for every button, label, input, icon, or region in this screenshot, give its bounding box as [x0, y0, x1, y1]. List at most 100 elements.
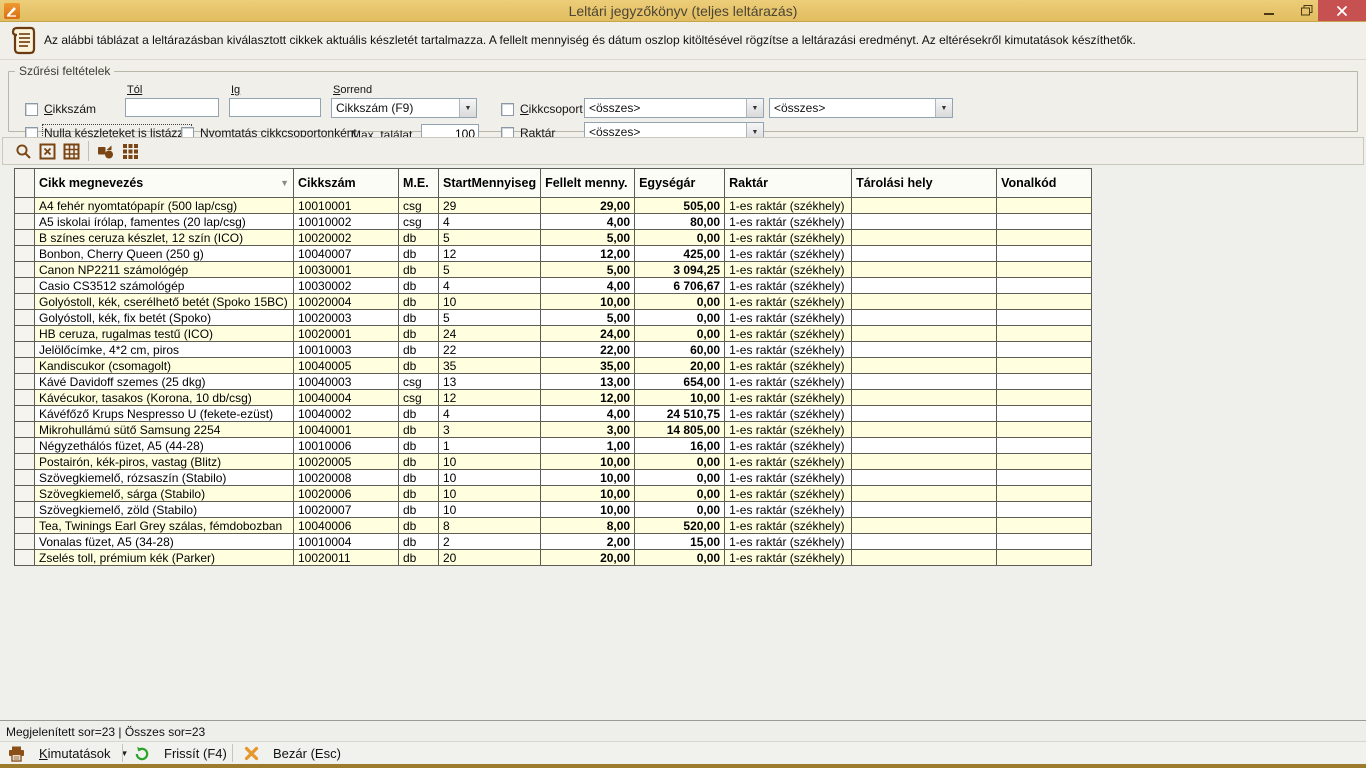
- cell-vonalkod[interactable]: [997, 502, 1092, 518]
- row-selector-header[interactable]: [15, 169, 35, 198]
- cell-tarolasi-hely[interactable]: [852, 294, 997, 310]
- tol-input[interactable]: [125, 98, 219, 117]
- column-header-raktar[interactable]: Raktár: [725, 169, 852, 198]
- dropdown-arrow-icon[interactable]: ▼: [935, 99, 952, 117]
- cell-raktar[interactable]: 1-es raktár (székhely): [725, 390, 852, 406]
- cell-cikkszam[interactable]: 10040005: [294, 358, 399, 374]
- row-selector[interactable]: [15, 262, 35, 278]
- dropdown-arrow-icon[interactable]: ▼: [746, 99, 763, 117]
- cell-startmennyiseg[interactable]: 1: [439, 438, 541, 454]
- cell-egysegar[interactable]: 505,00: [635, 198, 725, 214]
- cell-cikkszam[interactable]: 10020006: [294, 486, 399, 502]
- cell-raktar[interactable]: 1-es raktár (székhely): [725, 406, 852, 422]
- cell-raktar[interactable]: 1-es raktár (székhely): [725, 518, 852, 534]
- cell-me[interactable]: csg: [399, 374, 439, 390]
- cell-cikk-megnevezes[interactable]: Szövegkiemelő, sárga (Stabilo): [35, 486, 294, 502]
- cell-cikk-megnevezes[interactable]: Canon NP2211 számológép: [35, 262, 294, 278]
- row-selector[interactable]: [15, 326, 35, 342]
- cell-me[interactable]: db: [399, 342, 439, 358]
- cell-startmennyiseg[interactable]: 4: [439, 406, 541, 422]
- column-header-startmennyiseg[interactable]: StartMennyiseg: [439, 169, 541, 198]
- cell-raktar[interactable]: 1-es raktár (székhely): [725, 310, 852, 326]
- cell-tarolasi-hely[interactable]: [852, 326, 997, 342]
- cell-fellelt-menny[interactable]: 10,00: [541, 486, 635, 502]
- cell-egysegar[interactable]: 60,00: [635, 342, 725, 358]
- cell-cikkszam[interactable]: 10020005: [294, 454, 399, 470]
- cell-vonalkod[interactable]: [997, 214, 1092, 230]
- cell-vonalkod[interactable]: [997, 374, 1092, 390]
- cell-cikkszam[interactable]: 10020002: [294, 230, 399, 246]
- column-header-cikkszam[interactable]: Cikkszám: [294, 169, 399, 198]
- cell-startmennyiseg[interactable]: 10: [439, 486, 541, 502]
- column-header-me[interactable]: M.E.: [399, 169, 439, 198]
- cell-vonalkod[interactable]: [997, 518, 1092, 534]
- cell-egysegar[interactable]: 425,00: [635, 246, 725, 262]
- cell-fellelt-menny[interactable]: 35,00: [541, 358, 635, 374]
- cell-egysegar[interactable]: 15,00: [635, 534, 725, 550]
- cell-vonalkod[interactable]: [997, 454, 1092, 470]
- cell-egysegar[interactable]: 654,00: [635, 374, 725, 390]
- cell-raktar[interactable]: 1-es raktár (székhely): [725, 438, 852, 454]
- cell-vonalkod[interactable]: [997, 550, 1092, 566]
- row-selector[interactable]: [15, 534, 35, 550]
- cell-startmennyiseg[interactable]: 8: [439, 518, 541, 534]
- cell-tarolasi-hely[interactable]: [852, 438, 997, 454]
- cell-fellelt-menny[interactable]: 20,00: [541, 550, 635, 566]
- cell-cikkszam[interactable]: 10010003: [294, 342, 399, 358]
- cell-cikkszam[interactable]: 10040001: [294, 422, 399, 438]
- frissit-button[interactable]: Frissít (F4): [128, 743, 233, 764]
- cell-cikkszam[interactable]: 10010006: [294, 438, 399, 454]
- cell-startmennyiseg[interactable]: 5: [439, 310, 541, 326]
- cell-cikk-megnevezes[interactable]: Szövegkiemelő, rózsaszín (Stabilo): [35, 470, 294, 486]
- cell-egysegar[interactable]: 16,00: [635, 438, 725, 454]
- cell-tarolasi-hely[interactable]: [852, 310, 997, 326]
- cell-egysegar[interactable]: 0,00: [635, 454, 725, 470]
- cell-egysegar[interactable]: 14 805,00: [635, 422, 725, 438]
- cell-tarolasi-hely[interactable]: [852, 358, 997, 374]
- table-row[interactable]: Vonalas füzet, A5 (34-28)10010004db22,00…: [15, 534, 1092, 550]
- cell-egysegar[interactable]: 24 510,75: [635, 406, 725, 422]
- cell-fellelt-menny[interactable]: 10,00: [541, 502, 635, 518]
- cell-tarolasi-hely[interactable]: [852, 198, 997, 214]
- cell-tarolasi-hely[interactable]: [852, 374, 997, 390]
- cell-cikk-megnevezes[interactable]: Kávécukor, tasakos (Korona, 10 db/csg): [35, 390, 294, 406]
- cell-vonalkod[interactable]: [997, 390, 1092, 406]
- cikkcsoport-checkbox[interactable]: [501, 103, 514, 116]
- cell-startmennyiseg[interactable]: 12: [439, 390, 541, 406]
- row-selector[interactable]: [15, 342, 35, 358]
- cell-me[interactable]: db: [399, 406, 439, 422]
- cell-cikk-megnevezes[interactable]: Jelölőcímke, 4*2 cm, piros: [35, 342, 294, 358]
- table-grid-icon[interactable]: [59, 140, 83, 162]
- cell-egysegar[interactable]: 0,00: [635, 502, 725, 518]
- cell-raktar[interactable]: 1-es raktár (székhely): [725, 502, 852, 518]
- cell-me[interactable]: db: [399, 326, 439, 342]
- cell-vonalkod[interactable]: [997, 406, 1092, 422]
- cell-vonalkod[interactable]: [997, 294, 1092, 310]
- cell-cikkszam[interactable]: 10020004: [294, 294, 399, 310]
- cell-raktar[interactable]: 1-es raktár (székhely): [725, 230, 852, 246]
- cell-fellelt-menny[interactable]: 10,00: [541, 470, 635, 486]
- cell-cikk-megnevezes[interactable]: Kandiscukor (csomagolt): [35, 358, 294, 374]
- cell-raktar[interactable]: 1-es raktár (székhely): [725, 278, 852, 294]
- cell-me[interactable]: db: [399, 454, 439, 470]
- cell-fellelt-menny[interactable]: 4,00: [541, 406, 635, 422]
- cell-fellelt-menny[interactable]: 10,00: [541, 294, 635, 310]
- cell-cikkszam[interactable]: 10020003: [294, 310, 399, 326]
- cell-me[interactable]: db: [399, 230, 439, 246]
- cell-cikkszam[interactable]: 10010002: [294, 214, 399, 230]
- cell-raktar[interactable]: 1-es raktár (székhely): [725, 486, 852, 502]
- table-row[interactable]: Szövegkiemelő, zöld (Stabilo)10020007db1…: [15, 502, 1092, 518]
- kimutatasok-button[interactable]: Kimutatások ▼: [2, 743, 134, 764]
- search-icon[interactable]: [11, 140, 35, 162]
- column-header-tarolasi-hely[interactable]: Tárolási hely: [852, 169, 997, 198]
- cell-me[interactable]: db: [399, 294, 439, 310]
- cell-raktar[interactable]: 1-es raktár (székhely): [725, 198, 852, 214]
- cell-raktar[interactable]: 1-es raktár (székhely): [725, 262, 852, 278]
- cell-raktar[interactable]: 1-es raktár (székhely): [725, 534, 852, 550]
- cell-vonalkod[interactable]: [997, 534, 1092, 550]
- cell-vonalkod[interactable]: [997, 230, 1092, 246]
- table-row[interactable]: Canon NP2211 számológép10030001db55,003 …: [15, 262, 1092, 278]
- cell-cikkszam[interactable]: 10030001: [294, 262, 399, 278]
- cell-vonalkod[interactable]: [997, 422, 1092, 438]
- cell-tarolasi-hely[interactable]: [852, 422, 997, 438]
